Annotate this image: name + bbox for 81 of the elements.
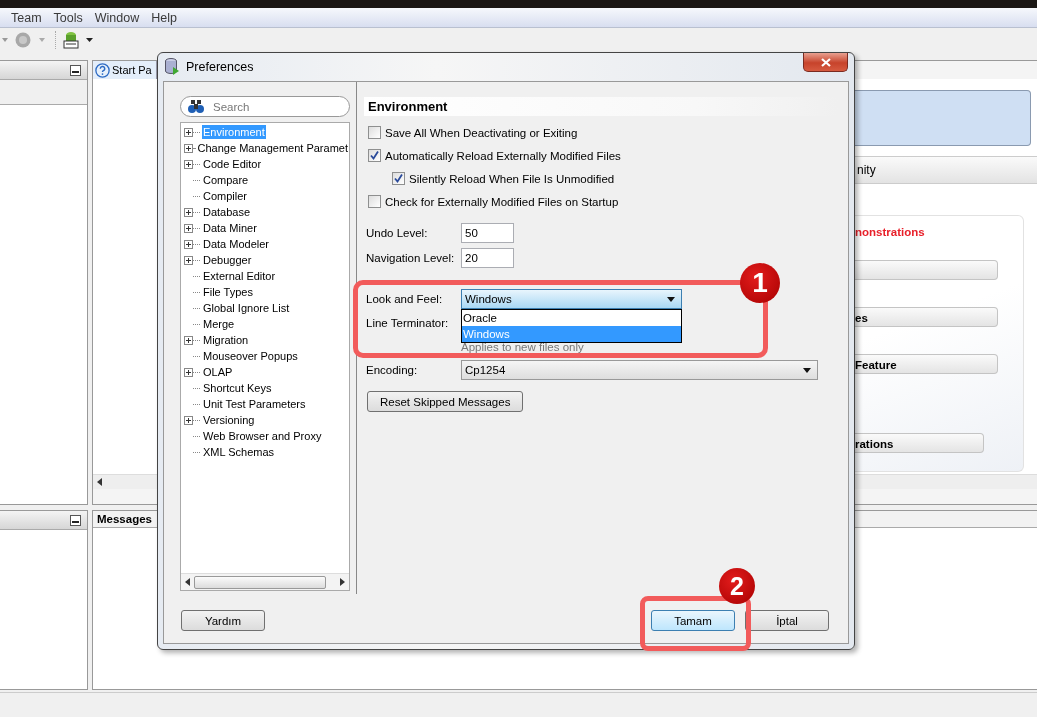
tree-item[interactable]: Versioning [202,413,256,427]
link-button[interactable]: rations [855,433,984,453]
tree-item[interactable]: Data Miner [202,221,258,235]
menu-item[interactable]: Team [11,10,42,25]
expand-icon[interactable] [184,415,193,425]
checkbox-label: Automatically Reload Externally Modified Files [385,149,621,162]
checkbox-label: Silently Reload When File Is Unmodified [409,172,615,185]
reset-button[interactable]: Reset Skipped Messages [367,391,524,412]
tree-item[interactable]: Migration [202,333,250,347]
dialog-button[interactable]: Tamam [651,610,735,631]
hint-text: Applies to new files only [461,340,584,354]
tree-item[interactable]: External Editor [202,269,277,283]
expand-icon[interactable] [184,239,193,249]
checkbox[interactable] [368,149,381,162]
expand-icon[interactable] [184,159,193,169]
binoculars-icon [188,100,204,114]
checkbox[interactable] [368,195,381,208]
caret-icon [803,367,811,373]
menu-item[interactable]: Tools [53,10,83,25]
tree-item[interactable]: Shortcut Keys [202,381,273,395]
tree-item[interactable]: Database [202,205,252,219]
tree-item[interactable]: Compiler [202,189,248,203]
checkbox-label: Save All When Deactivating or Exiting [385,126,578,139]
input-field[interactable]: 20 [461,248,514,268]
tree-item[interactable]: Compare [202,173,250,187]
expand-icon[interactable] [184,367,193,377]
dropdown-option[interactable]: Oracle [462,310,681,326]
expand-icon[interactable] [184,255,193,265]
horizontal-scrollbar[interactable] [181,573,349,590]
tree-item[interactable]: Data Modeler [202,237,271,251]
input-field[interactable]: 50 [461,223,514,243]
checkbox-label: Check for Externally Modified Files on Startup [385,195,619,208]
dialog-button[interactable]: Yardım [181,610,265,631]
checkbox[interactable] [392,172,405,185]
scroll-left-icon[interactable] [97,478,102,486]
link-button[interactable]: Feature [855,354,998,374]
scroll-left-icon[interactable] [185,578,190,586]
window-title: Preferences [186,60,254,74]
tree-item[interactable]: Change Management Paramet [196,141,349,155]
tree-item[interactable]: Merge [202,317,236,331]
field-label: Undo Level: [366,227,429,239]
dropdown[interactable]: Windows [461,289,682,309]
minimize-icon[interactable] [70,64,81,76]
help-icon [95,62,110,78]
field-label: Line Terminator: [366,317,450,329]
minimize-icon[interactable] [70,514,81,526]
caret-icon[interactable] [86,38,93,42]
editor-tab[interactable]: Start Pa [93,61,157,79]
menu-item[interactable]: Window [94,10,140,25]
tree-item[interactable]: Code Editor [202,157,263,171]
expand-icon[interactable] [184,335,193,345]
tree-item[interactable]: Unit Test Parameters [202,397,307,411]
close-button[interactable] [803,53,848,72]
expand-icon[interactable] [184,207,193,217]
section-title: nonstrations [855,225,926,240]
database-icon [164,58,180,76]
caret-icon [667,296,675,302]
database-icon[interactable] [62,31,80,49]
tree-item[interactable]: File Types [202,285,254,299]
tree-item[interactable]: OLAP [202,365,234,379]
panel-title: Messages [97,513,152,525]
community-tab[interactable]: nity [855,156,1037,184]
checkbox[interactable] [368,126,381,139]
field-label: Look and Feel: [366,293,444,305]
scroll-right-icon[interactable] [340,578,345,586]
search-field[interactable]: Search [180,96,350,117]
tree-item[interactable]: Global Ignore List [202,301,291,315]
tree-item[interactable]: XML Schemas [202,445,276,459]
menu-item[interactable]: Help [151,10,177,25]
expand-icon[interactable] [184,143,193,153]
field-label: Navigation Level: [366,252,456,264]
expand-icon[interactable] [184,223,193,233]
dropdown[interactable]: Cp1254 [461,360,818,380]
tree-item[interactable]: Web Browser and Proxy [202,429,323,443]
close-icon [820,57,831,67]
tree-item[interactable]: Debugger [202,253,253,267]
expand-icon[interactable] [184,127,193,137]
tree-item[interactable]: Mouseover Popups [202,349,299,363]
link-button[interactable]: es [855,307,998,327]
dialog-button[interactable]: İptal [745,610,829,631]
field-label: Encoding: [366,364,419,376]
